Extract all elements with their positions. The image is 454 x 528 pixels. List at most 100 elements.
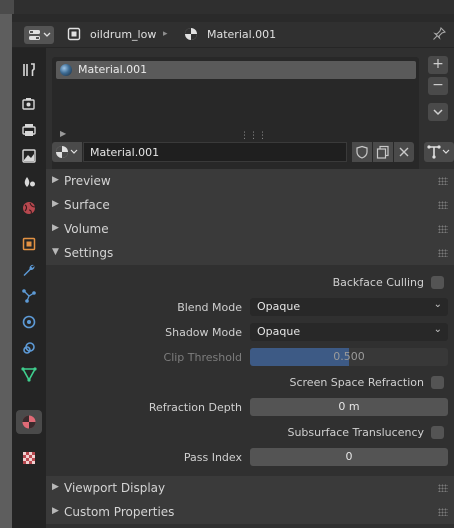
tab-output[interactable] <box>16 118 42 142</box>
mesh-data-icon <box>21 367 37 382</box>
unlink-material-button[interactable] <box>394 142 414 162</box>
editor-type-icon <box>29 30 51 40</box>
left-editor-edge <box>0 0 12 528</box>
list-filter-arrow-icon[interactable]: ▶ <box>60 129 66 138</box>
tab-world[interactable] <box>16 196 42 220</box>
material-icon <box>185 28 197 40</box>
tab-tool[interactable] <box>16 58 42 82</box>
object-icon <box>67 27 81 41</box>
pass-index-field[interactable]: 0 <box>250 448 448 466</box>
backface-culling-checkbox[interactable] <box>431 276 444 289</box>
tab-physics[interactable] <box>16 310 42 334</box>
chevron-down-icon: ⌄ <box>433 324 442 335</box>
add-slot-button[interactable]: + <box>428 56 448 74</box>
scene-icon <box>24 177 35 187</box>
refraction-depth-label: Refraction Depth <box>148 401 242 414</box>
tab-particles[interactable] <box>16 284 42 308</box>
blend-mode-label: Blend Mode <box>177 301 242 314</box>
shadow-mode-dropdown[interactable]: Opaque ⌄ <box>250 323 448 341</box>
panel-drag-grip-icon[interactable] <box>438 201 448 209</box>
tab-render[interactable] <box>16 92 42 116</box>
slot-label: Material.001 <box>78 63 148 76</box>
tab-texture[interactable] <box>16 446 42 470</box>
editor-type-button[interactable] <box>24 26 54 44</box>
texture-icon <box>23 452 35 464</box>
close-icon <box>399 147 409 157</box>
material-name-field[interactable]: Material.001 <box>83 142 347 162</box>
material-slots-list[interactable]: Material.001 ▶ ⋮⋮⋮ <box>52 57 419 183</box>
panel-title: Custom Properties <box>64 505 175 519</box>
tab-data[interactable] <box>16 362 42 386</box>
expand-arrow-icon: ▶ <box>52 482 59 492</box>
panel-drag-grip-icon[interactable] <box>438 225 448 233</box>
pin-icon[interactable] <box>432 27 446 41</box>
properties-header: oildrum_low ▸ Material.001 <box>12 22 454 48</box>
collapse-arrow-icon: ▼ <box>52 247 59 257</box>
panel-title: Preview <box>64 174 111 188</box>
tab-modifiers[interactable] <box>16 258 42 282</box>
material-browse-icon <box>56 146 78 158</box>
panel-custom-properties[interactable]: ▶ Custom Properties <box>46 500 454 524</box>
chevron-down-icon <box>433 109 443 116</box>
panel-drag-grip-icon[interactable] <box>438 508 448 516</box>
blend-mode-dropdown[interactable]: Opaque ⌄ <box>250 298 448 316</box>
material-properties-icon <box>22 415 36 429</box>
panel-title: Viewport Display <box>64 481 166 495</box>
refraction-depth-field[interactable]: 0 m <box>250 398 448 416</box>
screen-space-refraction-label: Screen Space Refraction <box>289 376 424 389</box>
subsurface-translucency-checkbox[interactable] <box>431 426 444 439</box>
tab-constraints[interactable] <box>16 336 42 360</box>
panel-preview[interactable]: ▶ Preview <box>46 169 454 193</box>
panel-settings[interactable]: ▼ Settings <box>46 241 454 265</box>
panel-viewport-display[interactable]: ▶ Viewport Display <box>46 476 454 500</box>
properties-tabs <box>12 48 46 528</box>
expand-arrow-icon: ▶ <box>52 223 59 233</box>
settings-panel-body: Backface Culling Blend Mode Opaque ⌄ Sha… <box>46 266 454 474</box>
physics-icon <box>22 315 36 329</box>
tab-view-layer[interactable] <box>16 144 42 168</box>
world-icon <box>23 202 36 215</box>
subsurface-translucency-label: Subsurface Translucency <box>287 426 424 439</box>
tool-icon <box>23 63 35 76</box>
output-icon <box>22 124 36 136</box>
duplicate-material-button[interactable] <box>373 142 393 162</box>
breadcrumb-material: Material.001 <box>207 28 277 41</box>
view-layer-icon <box>22 149 36 163</box>
material-properties: Material.001 ▶ ⋮⋮⋮ + − Material.001 ▶ Pr… <box>46 48 454 528</box>
breadcrumb-separator-icon: ▸ <box>163 29 168 39</box>
object-properties-icon <box>22 237 36 251</box>
panel-drag-grip-icon[interactable] <box>438 249 448 257</box>
panel-volume[interactable]: ▶ Volume <box>46 217 454 241</box>
clip-threshold-slider[interactable]: 0.500 <box>250 348 448 366</box>
expand-arrow-icon: ▶ <box>52 199 59 209</box>
tab-material[interactable] <box>16 410 42 434</box>
backface-culling-label: Backface Culling <box>332 276 424 289</box>
panel-surface[interactable]: ▶ Surface <box>46 193 454 217</box>
browse-material-button[interactable] <box>52 142 82 162</box>
remove-slot-button[interactable]: − <box>428 77 448 95</box>
list-resize-grip-icon[interactable]: ⋮⋮⋮ <box>240 131 267 141</box>
pass-index-label: Pass Index <box>183 451 242 464</box>
tab-object[interactable] <box>16 232 42 256</box>
shield-icon <box>356 145 368 159</box>
material-datablock-row: Material.001 <box>52 142 454 162</box>
duplicate-icon <box>376 145 389 159</box>
top-editor-edge <box>0 0 454 14</box>
panel-drag-grip-icon[interactable] <box>438 484 448 492</box>
fake-user-button[interactable] <box>352 142 372 162</box>
list-item[interactable]: Material.001 <box>56 61 416 79</box>
panel-drag-grip-icon[interactable] <box>438 177 448 185</box>
clip-threshold-value: 0.500 <box>333 350 365 363</box>
expand-arrow-icon: ▶ <box>52 175 59 185</box>
wrench-icon <box>23 264 35 276</box>
panel-title: Surface <box>64 198 110 212</box>
particles-icon <box>22 289 36 303</box>
constraints-icon <box>23 342 35 354</box>
screen-space-refraction-checkbox[interactable] <box>431 376 444 389</box>
node-tree-button[interactable] <box>424 142 454 162</box>
shadow-mode-label: Shadow Mode <box>165 326 242 339</box>
tab-scene[interactable] <box>16 170 42 194</box>
slot-specials-button[interactable] <box>428 103 448 121</box>
breadcrumb-object: oildrum_low <box>90 28 157 41</box>
render-icon <box>22 98 35 110</box>
